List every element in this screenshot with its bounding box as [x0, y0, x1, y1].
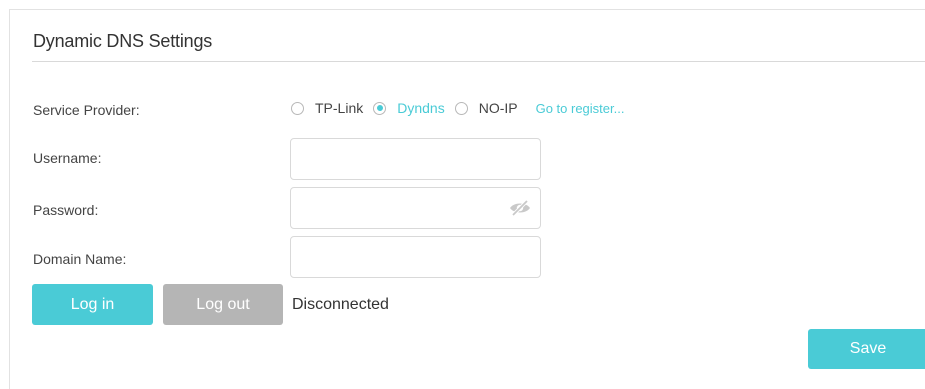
password-label: Password: [33, 202, 99, 218]
eye-slash-icon[interactable] [508, 198, 532, 218]
login-button[interactable]: Log in [32, 284, 153, 325]
radio-label-tp-link: TP-Link [315, 100, 364, 116]
domain-name-input[interactable] [290, 236, 541, 278]
radio-option-dyndns[interactable]: Dyndns [373, 100, 445, 116]
radio-option-no-ip[interactable]: NO-IP [454, 100, 518, 116]
connection-status: Disconnected [292, 296, 389, 313]
radio-label-dyndns: Dyndns [397, 100, 445, 116]
domain-name-label: Domain Name: [33, 251, 127, 267]
section-title: Dynamic DNS Settings [33, 31, 213, 51]
radio-option-tp-link[interactable]: TP-Link [291, 100, 363, 116]
go-to-register-link[interactable]: Go to register... [536, 101, 625, 116]
ddns-settings-panel: Dynamic DNS Settings Service Provider: T… [9, 9, 925, 389]
username-input[interactable] [290, 138, 541, 180]
logout-button[interactable]: Log out [163, 284, 283, 325]
save-button[interactable]: Save [808, 329, 925, 369]
password-input[interactable] [290, 187, 541, 229]
radio-button-dyndns[interactable] [373, 101, 387, 115]
radio-button-no-ip[interactable] [454, 101, 468, 115]
username-label: Username: [33, 150, 102, 166]
service-provider-radio-group: TP-Link Dyndns NO-IP Go to register... [291, 98, 624, 118]
section-divider [32, 61, 925, 62]
radio-label-no-ip: NO-IP [478, 100, 518, 116]
service-provider-label: Service Provider: [33, 102, 140, 118]
radio-button-tp-link[interactable] [291, 101, 304, 115]
